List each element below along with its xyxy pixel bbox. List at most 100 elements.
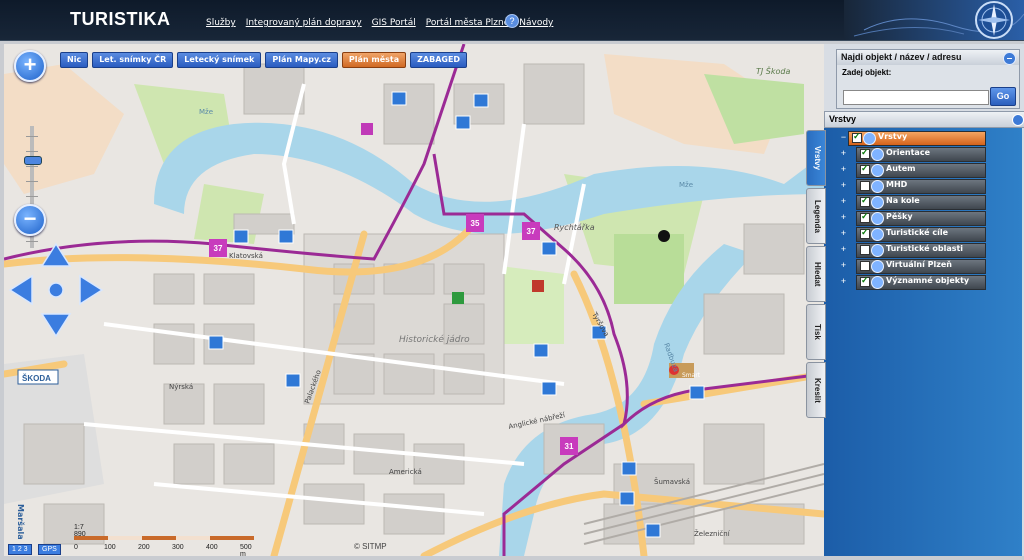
layer-checkbox[interactable] [860, 163, 870, 175]
expand-icon[interactable]: + [840, 229, 847, 238]
expand-icon[interactable]: + [840, 245, 847, 254]
layer-row[interactable]: + Virtuální Plzeň [840, 258, 1000, 274]
header-nav: Služby Integrovaný plán dopravy GIS Port… [206, 18, 553, 28]
layer-row[interactable]: + Pěšky [840, 210, 1000, 226]
map-canvas[interactable]: 37 35 37 31 Historické jádro Mže Mže Rad… [4, 44, 824, 556]
layer-label: Na kole [886, 196, 920, 205]
gps-button[interactable]: GPS [38, 544, 61, 555]
layers-header: Vrstvy [824, 111, 1024, 128]
layer-label: Virtuální Plzeň [886, 260, 953, 269]
layer-row[interactable]: + Na kole [840, 194, 1000, 210]
layer-icon [871, 180, 884, 193]
layer-row[interactable]: + Turistické oblasti [840, 242, 1000, 258]
street-label: Americká [389, 468, 422, 476]
expand-icon[interactable]: + [840, 165, 847, 174]
tab-tisk[interactable]: Tisk [806, 304, 826, 360]
layer-row-root[interactable]: − Vrstvy [840, 130, 1000, 146]
expand-icon[interactable]: + [840, 149, 847, 158]
layer-label: Turistické oblasti [886, 244, 964, 253]
layer-icon [871, 148, 884, 161]
find-label: Zadej objekt: [842, 68, 892, 77]
layer-checkbox[interactable] [860, 275, 870, 287]
layer-checkbox[interactable] [860, 147, 870, 159]
tab-legenda[interactable]: Legenda [806, 188, 826, 244]
side-panel: Najdi objekt / název / adresu Zadej obje… [806, 44, 1024, 556]
pan-left-icon[interactable] [8, 274, 33, 306]
map-base: 37 35 37 31 Historické jádro Mže Mže Rad… [4, 44, 824, 556]
place-label: TJ Škoda [756, 65, 790, 76]
corner-controls: 1 2 3 GPS [8, 538, 61, 556]
nav-integrovany-plan[interactable]: Integrovaný plán dopravy [246, 18, 362, 28]
tab-vrstvy[interactable]: Vrstvy [806, 130, 826, 186]
zoom-in-button[interactable]: + [14, 50, 46, 82]
street-label: Nýrská [169, 383, 193, 391]
place-label: Rychtářka [554, 223, 595, 232]
expand-icon[interactable]: + [840, 261, 847, 270]
zoom-out-button[interactable]: − [14, 204, 46, 236]
pan-down-icon[interactable] [40, 313, 72, 338]
expand-icon[interactable]: + [840, 181, 847, 190]
layer-button-zabaged[interactable]: ZABAGED [410, 52, 468, 68]
layer-icon [863, 132, 876, 145]
route-badge-label: 37 [527, 227, 536, 236]
find-input[interactable] [843, 90, 989, 105]
layer-checkbox[interactable] [860, 261, 870, 271]
layer-checkbox[interactable] [852, 131, 862, 143]
tab-kreslit[interactable]: Kreslit [806, 362, 826, 418]
layer-button-letecky-snimek[interactable]: Letecký snímek [177, 52, 262, 68]
nav-portal-mesta[interactable]: Portál města Plzně [426, 18, 510, 28]
pan-right-icon[interactable] [79, 274, 104, 306]
route-badge-label: 31 [565, 442, 574, 451]
layer-icon [871, 260, 884, 273]
tab-hledat[interactable]: Hledat [806, 246, 826, 302]
layer-button-plan-mapy[interactable]: Plán Mapy.cz [265, 52, 338, 68]
layer-button-plan-mesta[interactable]: Plán města [341, 52, 407, 68]
pan-control [8, 242, 104, 338]
zoom-thumb[interactable] [24, 156, 42, 165]
expand-icon[interactable]: + [840, 197, 847, 206]
place-label: Maršala [16, 504, 26, 540]
layer-row[interactable]: + Autem [840, 162, 1000, 178]
nav-sluzby[interactable]: Služby [206, 18, 236, 28]
scale-tick: 100 [104, 544, 116, 551]
nav-navody[interactable]: Návody [519, 18, 553, 28]
layer-checkbox[interactable] [860, 181, 870, 191]
pan-center-icon[interactable] [48, 282, 64, 298]
go-button[interactable]: Go [990, 87, 1016, 106]
nav-gis-portal[interactable]: GIS Portál [372, 18, 416, 28]
pan-up-icon[interactable] [40, 242, 72, 267]
river-label: Mže [679, 181, 693, 189]
layer-checkbox[interactable] [860, 195, 870, 207]
scale-tick: 500 m [240, 544, 252, 556]
layer-button-let-snimky[interactable]: Let. snímky ČR [92, 52, 174, 68]
layer-checkbox[interactable] [860, 245, 870, 255]
help-icon[interactable]: ? [505, 14, 519, 28]
find-object-box: Najdi objekt / název / adresu Zadej obje… [836, 49, 1020, 109]
route-badge-label: 35 [471, 219, 480, 228]
layer-tree: − Vrstvy + Orientace + Autem + [840, 130, 1000, 290]
layer-row[interactable]: + Turistické cíle [840, 226, 1000, 242]
expand-icon[interactable]: + [840, 213, 847, 222]
layer-button-nic[interactable]: Nic [60, 52, 89, 68]
layer-checkbox[interactable] [860, 211, 870, 223]
layer-row[interactable]: + Orientace [840, 146, 1000, 162]
layer-icon [871, 244, 884, 257]
layer-row[interactable]: + MHD [840, 178, 1000, 194]
numbering-button[interactable]: 1 2 3 [8, 544, 32, 555]
layer-label: Orientace [886, 148, 930, 157]
layer-label: MHD [886, 180, 908, 189]
collapse-icon[interactable] [1003, 52, 1016, 65]
layer-label: Významné objekty [886, 276, 970, 285]
layer-checkbox[interactable] [860, 227, 870, 239]
layer-label: Autem [886, 164, 916, 173]
compass-decoration-icon [844, 0, 1024, 40]
layer-icon [871, 212, 884, 225]
find-title: Najdi objekt / název / adresu [837, 50, 1019, 65]
collapse-tree-icon[interactable]: − [840, 133, 847, 142]
app-logo[interactable]: TURISTIKA [70, 9, 171, 30]
layer-row[interactable]: + Významné objekty [840, 274, 1000, 290]
scale-tick: 300 [172, 544, 184, 551]
district-label: Historické jádro [399, 334, 470, 345]
expand-icon[interactable]: + [840, 277, 847, 286]
pin-icon[interactable] [1012, 114, 1024, 126]
